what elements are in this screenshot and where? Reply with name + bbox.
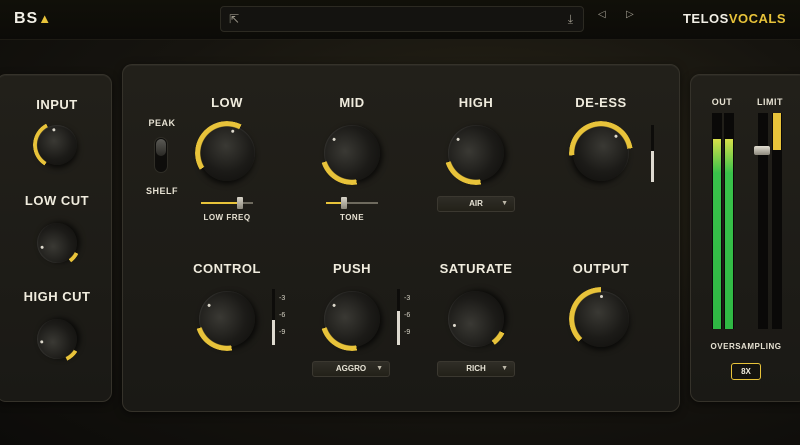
control-knob[interactable] [187,279,267,359]
logo-triangle-icon: ▲ [38,11,53,26]
shelf-label: SHELF [145,186,179,196]
input-knob[interactable] [32,120,82,170]
out-label: OUT [711,97,733,107]
output-label: OUTPUT [572,261,630,276]
saturate-mode-dropdown[interactable]: RICH ▼ [437,361,515,377]
tone-label: TONE [339,213,365,222]
input-label: INPUT [36,97,78,112]
limit-label: LIMIT [757,97,783,107]
previous-preset-arrow-icon[interactable]: ◁ [598,9,606,20]
push-scale-3: -3 [404,295,411,302]
output-meter-right [724,113,734,329]
download-icon[interactable]: ⤓ [568,12,573,27]
output-meter-left [712,113,722,329]
push-label: PUSH [332,261,372,276]
main-panel: LOW PEAK SHELF LOW FREQ MID TONE HIGH AI… [122,64,680,412]
peak-shelf-switch[interactable] [154,137,168,173]
low-knob[interactable] [193,119,261,187]
preset-bar[interactable]: ⇱ ⤓ [220,6,584,32]
peak-label: PEAK [148,118,176,128]
high-knob[interactable] [436,113,516,193]
low-freq-label: LOW FREQ [203,213,251,222]
push-knob[interactable] [312,279,392,359]
de-ess-meter [651,125,654,182]
chevron-down-icon: ▼ [376,365,383,372]
oversampling-button[interactable]: 8X [731,363,761,380]
saturate-knob[interactable] [440,283,512,355]
control-scale-6: -6 [279,312,286,319]
mid-label: MID [339,95,365,110]
oversampling-label: OVERSAMPLING [710,342,782,351]
control-meter [272,289,275,345]
saturate-label: SATURATE [439,261,513,276]
brand-title: TELOSVOCALS [682,11,786,26]
logo: BS▲ [14,10,53,27]
low-label: LOW [211,95,243,110]
limit-slider-thumb[interactable] [754,145,770,155]
right-panel: OUT LIMIT OVERSAMPLING 8X [690,74,800,402]
tone-slider[interactable] [326,197,378,209]
top-bar: BS▲ ⇱ ⤓ ◁ ▷ TELOSVOCALS [0,0,800,40]
control-label: CONTROL [193,261,261,276]
high-cut-knob[interactable] [33,315,81,363]
de-ess-knob[interactable] [561,113,641,193]
chevron-down-icon: ▼ [501,365,508,372]
high-cut-label: HIGH CUT [23,289,91,304]
de-ess-label: DE-ESS [575,95,627,110]
high-mode-dropdown[interactable]: AIR ▼ [437,196,515,212]
left-panel: INPUT LOW CUT HIGH CUT [0,74,112,402]
push-mode-dropdown[interactable]: AGGRO ▼ [312,361,390,377]
low-cut-knob[interactable] [31,217,83,269]
control-scale-3: -3 [279,295,286,302]
control-scale-9: -9 [279,329,286,336]
push-scale-6: -6 [404,312,411,319]
next-preset-arrow-icon[interactable]: ▷ [626,9,634,20]
low-freq-slider[interactable] [201,197,253,209]
high-label: HIGH [458,95,494,110]
external-link-icon[interactable]: ⇱ [229,12,239,26]
low-cut-label: LOW CUT [24,193,90,208]
push-meter [397,289,400,345]
limit-meter-right [772,113,782,329]
mid-knob[interactable] [312,113,392,193]
push-scale-9: -9 [404,329,411,336]
chevron-down-icon: ▼ [501,200,508,207]
output-knob[interactable] [573,291,629,347]
